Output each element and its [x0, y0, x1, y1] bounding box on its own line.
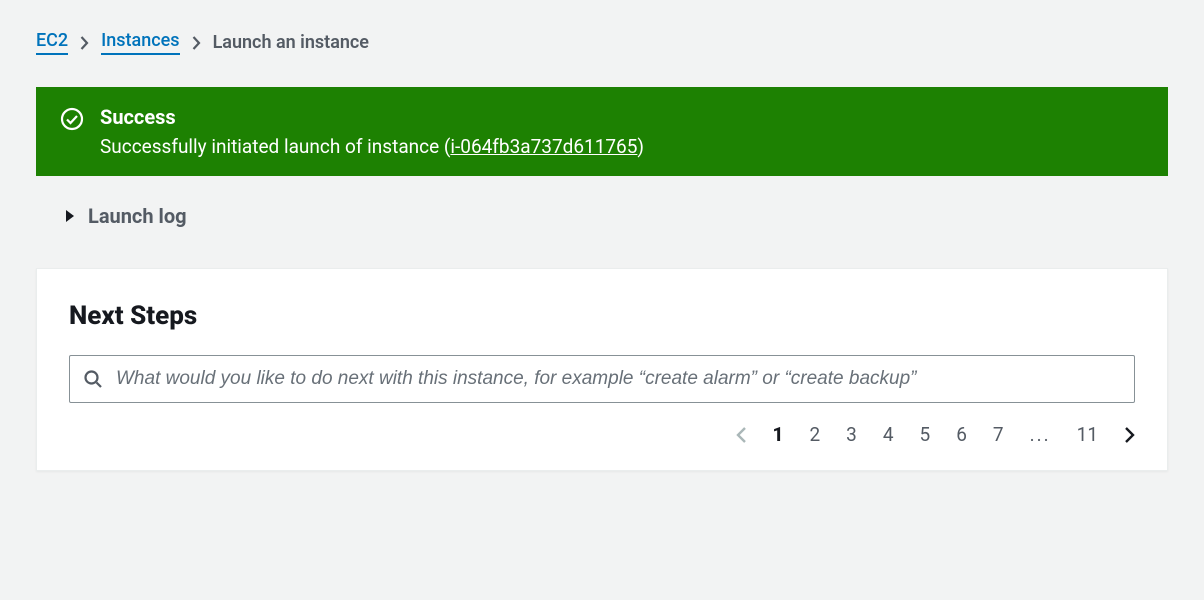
page-number[interactable]: 11: [1077, 423, 1098, 446]
page-number[interactable]: 7: [993, 423, 1004, 446]
search-wrap: [69, 355, 1135, 403]
instance-id-link[interactable]: i-064fb3a737d611765: [450, 135, 637, 158]
pagination: 1 2 3 4 5 6 7 ... 11: [69, 423, 1135, 446]
page-number[interactable]: 6: [956, 423, 967, 446]
caret-right-icon: [64, 209, 76, 223]
search-icon: [83, 369, 103, 389]
page-number[interactable]: 1: [773, 423, 784, 446]
page-number[interactable]: 2: [809, 423, 820, 446]
pagination-ellipsis: ...: [1030, 423, 1051, 446]
pagination-prev: [736, 426, 747, 444]
breadcrumb: EC2 Instances Launch an instance: [36, 30, 1168, 55]
page-number[interactable]: 5: [920, 423, 931, 446]
success-title: Success: [100, 105, 644, 129]
success-message-prefix: Successfully initiated launch of instanc…: [100, 135, 450, 158]
check-circle-icon: [60, 105, 84, 131]
breadcrumb-link-ec2[interactable]: EC2: [36, 30, 68, 55]
success-message-suffix: ): [637, 135, 644, 158]
next-steps-title: Next Steps: [69, 301, 1135, 331]
breadcrumb-link-instances[interactable]: Instances: [101, 30, 179, 55]
chevron-right-icon: [80, 36, 89, 50]
next-steps-search-input[interactable]: [69, 355, 1135, 403]
success-message: Successfully initiated launch of instanc…: [100, 135, 644, 158]
success-banner: Success Successfully initiated launch of…: [36, 87, 1168, 176]
next-steps-panel: Next Steps 1 2 3 4 5 6 7 ... 11: [36, 268, 1168, 471]
launch-log-label: Launch log: [88, 204, 187, 228]
breadcrumb-current: Launch an instance: [213, 32, 369, 53]
page-number[interactable]: 3: [846, 423, 857, 446]
page-number[interactable]: 4: [883, 423, 894, 446]
launch-log-toggle[interactable]: Launch log: [36, 204, 1168, 228]
chevron-right-icon: [192, 36, 201, 50]
pagination-next[interactable]: [1124, 426, 1135, 444]
